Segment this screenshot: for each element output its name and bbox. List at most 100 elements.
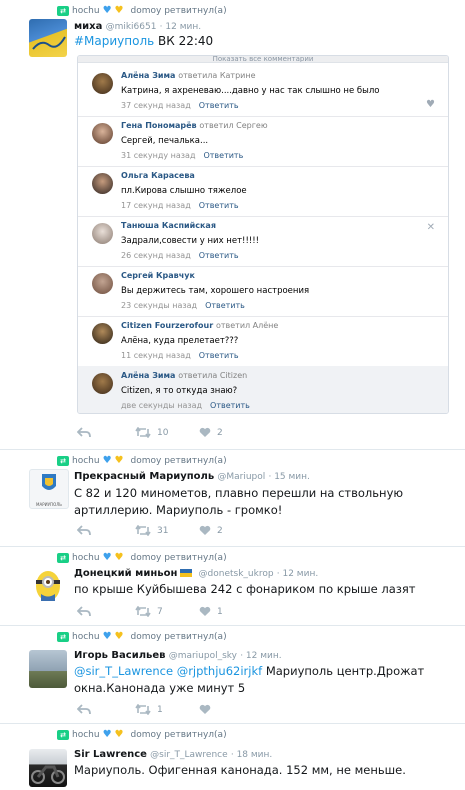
tweet-time[interactable]: · 15 мин.	[268, 472, 309, 482]
avatar[interactable]	[29, 650, 67, 688]
reply-button[interactable]	[77, 525, 135, 536]
like-button[interactable]: 2	[199, 427, 223, 438]
comment-reply-link: Ответить	[198, 351, 239, 360]
tweet[interactable]: ⇄ hochu ♥ ♥ domoy ретвитнул(а) миха @miki6…	[0, 0, 465, 450]
author-handle[interactable]: @donetsk_ukrop	[199, 569, 274, 579]
comment-reply-link: Ответить	[198, 201, 239, 210]
retweet-button[interactable]: 31	[135, 525, 199, 536]
minion-avatar-icon	[36, 571, 60, 601]
retweet-context: ⇄ hochu ♥ ♥ domoy ретвитнул(а)	[57, 5, 227, 16]
yellow-heart-icon: ♥	[114, 455, 124, 466]
tweet-text: #Мариуполь ВК 22:40	[74, 34, 214, 48]
retweet-icon	[135, 525, 151, 536]
retweet-button[interactable]: 10	[135, 427, 199, 438]
mention-link[interactable]: @sir_T_Lawrence	[74, 664, 173, 678]
like-button[interactable]: 1	[199, 606, 223, 617]
tweet-text: Мариуполь. Офигенная канонада. 152 мм, н…	[74, 763, 406, 777]
comment-reply-link: Ответить	[198, 251, 239, 260]
comment-text: пл.Кирова слышно тяжелое	[121, 186, 247, 196]
retweet-context: ⇄ hochu ♥ ♥ domoy ретвитнул(а)	[57, 455, 227, 466]
tweet[interactable]: ⇄ hochu ♥ ♥ domoy ретвитнул(а) МАРИУПОЛЬ П…	[0, 450, 465, 547]
comment-reply-link: Ответить	[205, 301, 245, 310]
reply-button[interactable]	[77, 427, 135, 438]
blue-heart-icon: ♥	[102, 552, 112, 563]
retweet-count: 10	[157, 427, 169, 438]
blue-heart-icon: ♥	[102, 729, 112, 740]
commenter-avatar	[92, 73, 113, 94]
author-handle[interactable]: @sir_T_Lawrence	[150, 750, 228, 760]
comment-time: 17 секунд назад	[121, 201, 191, 210]
commenter-avatar	[92, 323, 113, 344]
author-name[interactable]: миха	[74, 21, 102, 32]
avatar[interactable]	[29, 749, 67, 787]
author-name[interactable]: Sir Lawrence	[74, 749, 147, 760]
comment-reply-link: Ответить	[198, 101, 239, 110]
like-count: 1	[217, 606, 223, 617]
retweet-count: 31	[157, 525, 169, 536]
tweet[interactable]: ⇄ hochu ♥ ♥ domoy ретвитнул(а) Игорь Васил…	[0, 626, 465, 724]
close-icon: ✕	[426, 222, 435, 233]
author-name[interactable]: Донецкий миньон	[74, 568, 177, 579]
reply-button[interactable]	[77, 606, 135, 617]
like-button[interactable]	[199, 704, 211, 715]
tweet[interactable]: ⇄ hochu ♥ ♥ domoy ретвитнул(а) Sir Lawrenc…	[0, 724, 465, 790]
hashtag-link[interactable]: #Мариуполь	[74, 34, 154, 48]
tweet-header: Sir Lawrence @sir_T_Lawrence · 18 мин.	[74, 749, 272, 760]
retweet-icon	[135, 704, 151, 715]
comment-reply-link: Ответить	[210, 401, 250, 410]
vk-comment: Citizen Fourzerofour ответил Алёне Алёна…	[78, 316, 448, 367]
tweet-time[interactable]: · 12 мин.	[240, 651, 281, 661]
avatar[interactable]	[29, 19, 67, 57]
city-coat-of-arms-icon	[42, 474, 56, 490]
motorcycle-avatar-icon	[31, 765, 65, 784]
tweet-header: Донецкий миньон @donetsk_ukrop · 12 мин.	[74, 568, 318, 579]
tweet-time[interactable]: · 12 мин.	[160, 22, 201, 32]
avatar[interactable]: МАРИУПОЛЬ	[29, 469, 69, 509]
author-handle[interactable]: @miki6651	[106, 22, 157, 32]
tweet[interactable]: ⇄ hochu ♥ ♥ domoy ретвитнул(а) Донецкий ми…	[0, 547, 465, 626]
comment-text: Citizen, я то откуда знаю?	[121, 386, 238, 396]
commenter-name: Citizen Fourzerofour	[121, 321, 214, 330]
retweet-badge-icon: ⇄	[57, 455, 69, 466]
author-handle[interactable]: @Mariupol	[217, 472, 265, 482]
commenter-name: Ольга Карасева	[121, 171, 195, 180]
vk-comment: Гена Пономарёв ответил Сергею Сергей, пе…	[78, 116, 448, 167]
yellow-heart-icon: ♥	[114, 631, 124, 642]
commenter-name: Алёна Зима	[121, 71, 176, 80]
retweet-button[interactable]: 7	[135, 606, 199, 617]
embedded-vk-screenshot[interactable]: Показать все комментарии Алёна Зима отве…	[77, 55, 449, 414]
vk-comment: Алёна Зима ответила Citizen Citizen, я т…	[78, 366, 448, 413]
commenter-name: Алёна Зима	[121, 371, 176, 380]
tweet-header: Игорь Васильев @mariupol_sky · 12 мин.	[74, 650, 282, 661]
comment-time: 11 секунд назад	[121, 351, 191, 360]
vk-comment: Алёна Зима ответила Катрине Катрина, я а…	[78, 66, 448, 117]
like-button[interactable]: 2	[199, 525, 223, 536]
author-name[interactable]: Игорь Васильев	[74, 650, 166, 661]
commenter-avatar	[92, 273, 113, 294]
author-name[interactable]: Прекрасный Мариуполь	[74, 471, 214, 482]
avatar[interactable]	[29, 566, 67, 604]
commenter-name: Танюша Каспийская	[121, 221, 216, 230]
tweet-actions: 1	[77, 704, 211, 715]
comment-text: Катрина, я ахреневаю....давно у нас так …	[121, 86, 380, 96]
tweet-actions: 10 2	[77, 427, 223, 438]
author-handle[interactable]: @mariupol_sky	[169, 651, 237, 661]
heart-icon	[199, 525, 211, 535]
tweet-time[interactable]: · 18 мин.	[231, 750, 272, 760]
reply-button[interactable]	[77, 704, 135, 715]
heart-icon	[199, 606, 211, 616]
commenter-avatar	[92, 173, 113, 194]
comment-reply-link: Ответить	[203, 151, 244, 160]
tweet-actions: 31 2	[77, 525, 223, 536]
blue-heart-icon: ♥	[102, 5, 112, 16]
retweet-button[interactable]: 1	[135, 704, 199, 715]
tweet-time[interactable]: · 12 мин.	[277, 569, 318, 579]
tweet-text: С 82 и 120 минометов, плавно перешли на …	[74, 486, 404, 517]
commenter-name: Сергей Кравчук	[121, 271, 195, 280]
tweet-text: по крыше Куйбышева 242 с фонариком по кр…	[74, 582, 416, 596]
vk-comment: Сергей Кравчук Вы держитесь там, хорошег…	[78, 266, 448, 317]
comment-text: Алёна, куда прелетает???	[121, 336, 239, 346]
ukraine-flag-icon	[180, 569, 193, 577]
mention-link[interactable]: @rjpthju62irjkf	[177, 664, 262, 678]
flag-avatar-icon	[32, 36, 66, 50]
